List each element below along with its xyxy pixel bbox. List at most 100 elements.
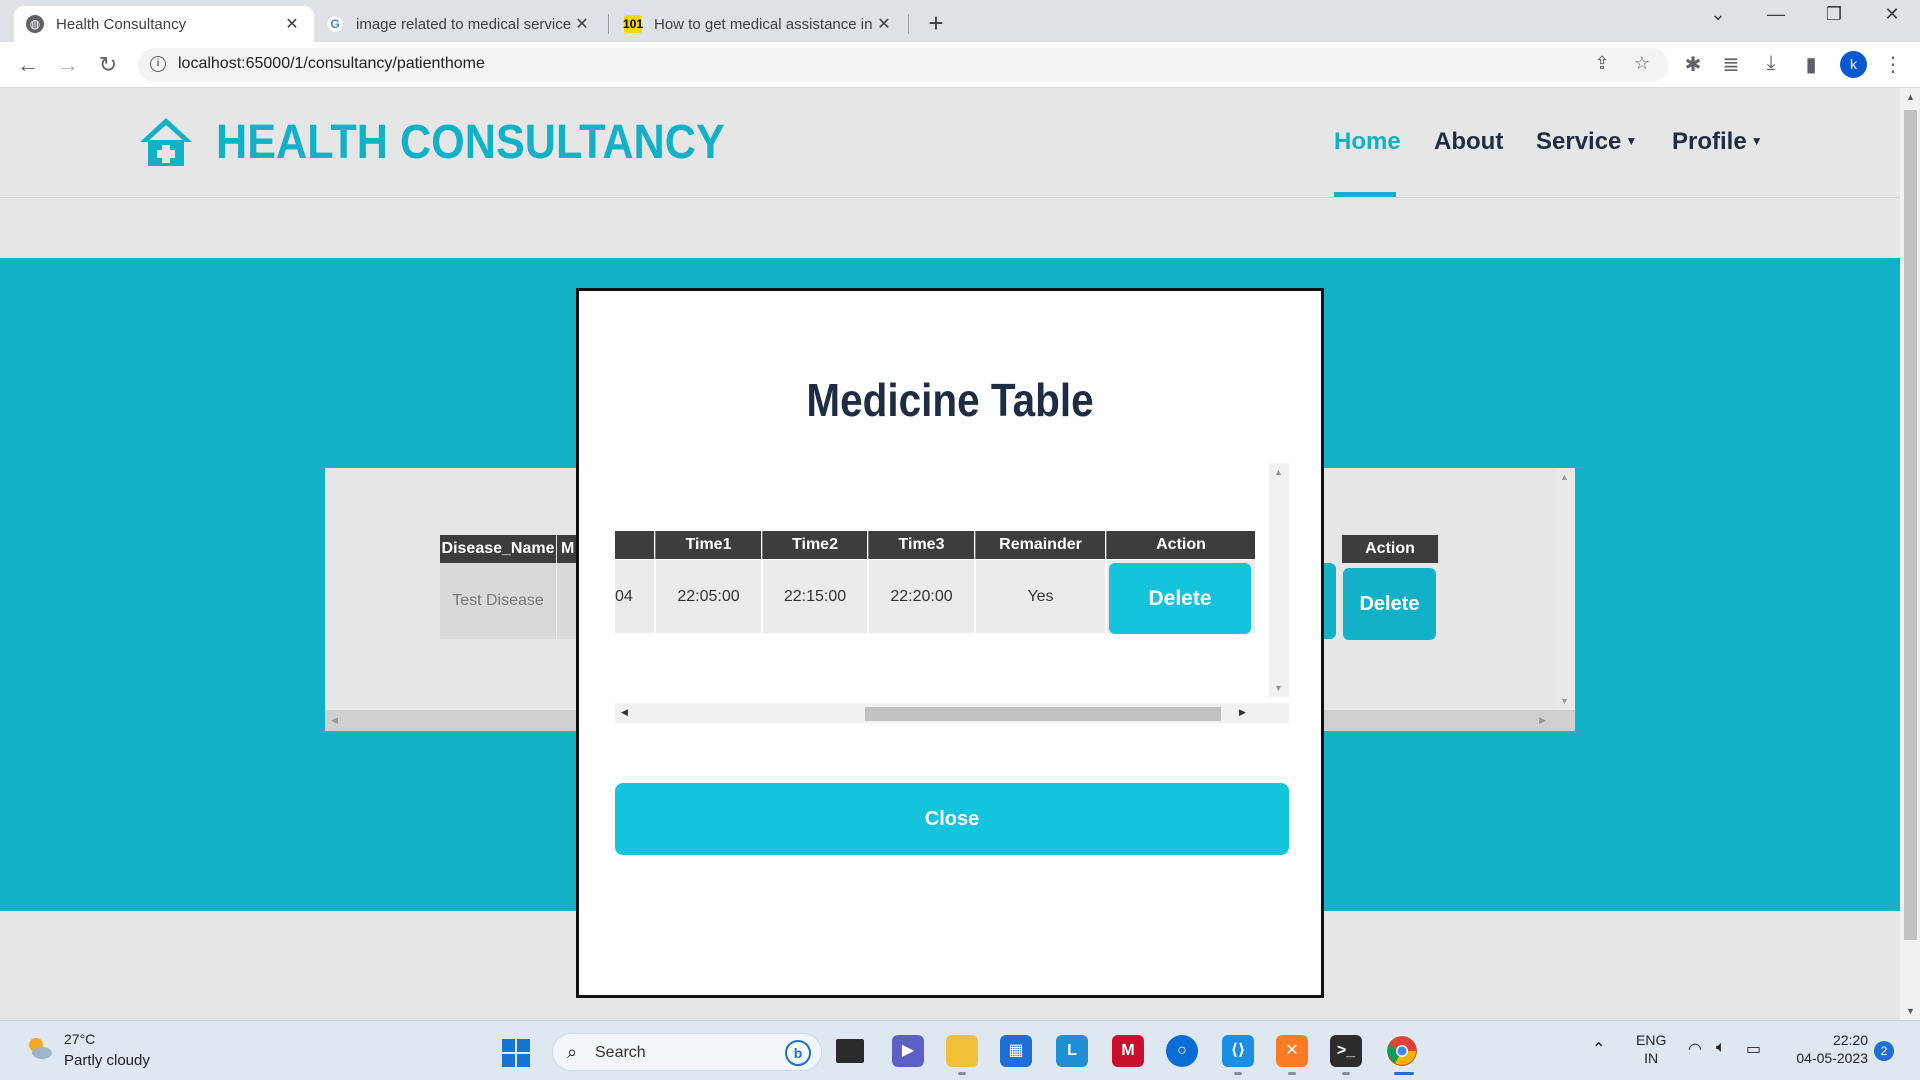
terminal-icon[interactable]: >_ (1330, 1035, 1362, 1067)
microsoft-store-icon[interactable]: ▦ (1000, 1035, 1032, 1067)
bing-icon[interactable]: b (785, 1040, 811, 1066)
nav-profile-label: Profile (1672, 128, 1747, 155)
nav-about[interactable]: About (1434, 128, 1503, 156)
tab-image-search[interactable]: G image related to medical services ✕ (314, 6, 604, 42)
caret-down-icon: ▼ (1625, 134, 1638, 148)
scroll-right-icon[interactable]: ▶ (1539, 715, 1546, 726)
bg-vertical-scrollbar[interactable]: ▲ ▼ (1555, 468, 1575, 710)
globe-icon: ◍ (26, 15, 44, 33)
nav-profile[interactable]: Profile ▼ (1672, 128, 1763, 156)
window-close-icon[interactable]: ✕ (1872, 4, 1912, 25)
search-icon: ⌕ (567, 1042, 578, 1062)
close-icon[interactable]: ✕ (572, 14, 592, 34)
header-time1: Time1 (655, 531, 761, 559)
site-navbar: HEALTH CONSULTANCY Home About Service ▼ P… (0, 88, 1900, 198)
header-clipped-column (615, 531, 654, 559)
cortana-icon[interactable]: ○ (1166, 1035, 1198, 1067)
scroll-left-icon[interactable]: ◀ (621, 707, 628, 718)
scroll-left-icon[interactable]: ◀ (331, 715, 338, 726)
caret-down-icon: ▼ (1750, 134, 1763, 148)
header-time2: Time2 (762, 531, 867, 559)
close-icon[interactable]: ✕ (282, 14, 302, 34)
side-panel-icon[interactable]: ▮ (1798, 52, 1824, 77)
new-tab-button[interactable]: + (924, 8, 948, 39)
share-icon[interactable]: ⇪ (1590, 53, 1614, 74)
nav-service-label: Service (1536, 128, 1622, 155)
table-vertical-scrollbar[interactable]: ▲ ▼ (1269, 463, 1289, 697)
app-running-indicator (1234, 1072, 1242, 1075)
delete-button[interactable]: Delete (1109, 563, 1251, 634)
file-explorer-icon[interactable] (946, 1035, 978, 1067)
cell-clipped: 04 (615, 560, 654, 633)
cell-time2: 22:15:00 (762, 560, 867, 633)
site-info-icon[interactable]: i (150, 56, 166, 72)
scroll-up-icon[interactable]: ▲ (1560, 472, 1569, 482)
tab-separator (908, 14, 909, 34)
l-app-icon[interactable]: L (1056, 1035, 1088, 1067)
browser-tabstrip: ◍ Health Consultancy ✕ G image related t… (0, 0, 1920, 42)
download-icon[interactable]: ⤓ (1758, 52, 1784, 75)
close-button[interactable]: Close (615, 783, 1289, 855)
mcafee-icon[interactable]: M (1112, 1035, 1144, 1067)
profile-avatar[interactable]: k (1840, 51, 1867, 78)
reload-icon[interactable]: ↻ (94, 52, 122, 78)
brand-title: HEALTH CONSULTANCY (216, 115, 725, 169)
notification-badge[interactable]: 2 (1874, 1041, 1894, 1061)
system-clock[interactable]: 22:20 04-05-2023 (1788, 1031, 1868, 1067)
tab-title: How to get medical assistance in (654, 15, 873, 33)
scroll-down-icon[interactable]: ▼ (1906, 1006, 1915, 1016)
chrome-icon[interactable] (1386, 1035, 1418, 1067)
volume-icon[interactable]: 🔈︎ (1716, 1039, 1726, 1057)
app-running-indicator (1342, 1072, 1350, 1075)
partly-cloudy-icon[interactable] (24, 1033, 54, 1063)
taskbar-search[interactable]: ⌕ Search b (552, 1033, 822, 1071)
teams-chat-icon[interactable]: ▶ (892, 1035, 924, 1067)
back-arrow-icon[interactable]: ← (14, 52, 42, 78)
media-queue-icon[interactable]: ≣ (1718, 52, 1744, 77)
horizontal-scroll-thumb[interactable] (865, 707, 1221, 721)
address-url[interactable]: localhost:65000/1/consultancy/patienthom… (178, 55, 485, 73)
maximize-icon[interactable]: ❐ (1814, 4, 1854, 25)
forward-arrow-icon[interactable]: → (54, 52, 82, 78)
battery-icon[interactable]: ▭ (1746, 1039, 1761, 1059)
tab-search-chevron-icon[interactable]: ⌄ (1698, 4, 1738, 25)
wifi-icon[interactable]: ◠ (1688, 1039, 1702, 1059)
medicine-modal: Medicine Table Time1 Time2 Time3 Remaind… (576, 288, 1324, 998)
web-page: HEALTH CONSULTANCY Home About Service ▼ P… (0, 88, 1900, 1020)
extensions-puzzle-icon[interactable]: ✱ (1680, 52, 1706, 77)
weather-description[interactable]: Partly cloudy (64, 1052, 150, 1069)
scroll-right-icon[interactable]: ▶ (1239, 707, 1246, 718)
kebab-menu-icon[interactable]: ⋮ (1880, 52, 1906, 77)
windows-start-icon[interactable] (502, 1039, 530, 1067)
nav-service[interactable]: Service ▼ (1536, 128, 1637, 156)
scroll-down-icon[interactable]: ▼ (1560, 696, 1569, 706)
bookmark-star-icon[interactable]: ☆ (1630, 53, 1654, 74)
tab-medical-assistance[interactable]: 101 How to get medical assistance in ✕ (612, 6, 906, 42)
brand-logo[interactable]: HEALTH CONSULTANCY (138, 114, 781, 170)
task-view-icon[interactable] (836, 1039, 864, 1063)
bg-header-action: Action (1342, 535, 1438, 563)
tab-health-consultancy[interactable]: ◍ Health Consultancy ✕ (14, 6, 314, 42)
bg-cell-disease-name: Test Disease (440, 563, 556, 639)
windows-taskbar: 27°C Partly cloudy ⌕ Search b ▶ ▦ L M ○ … (0, 1020, 1920, 1080)
tab-separator (608, 14, 609, 34)
weather-temperature[interactable]: 27°C (64, 1031, 95, 1047)
bg-header-disease-name: Disease_Name (440, 535, 556, 563)
scroll-down-icon[interactable]: ▼ (1274, 683, 1283, 693)
region-code: IN (1644, 1050, 1659, 1066)
address-bar[interactable]: i localhost:65000/1/consultancy/patienth… (138, 48, 1668, 82)
tab-title: Health Consultancy (56, 15, 187, 33)
scroll-up-icon[interactable]: ▲ (1906, 92, 1915, 102)
minimize-icon[interactable]: — (1756, 4, 1796, 25)
chevron-up-icon[interactable]: ⌃ (1592, 1039, 1605, 1059)
page-scroll-thumb[interactable] (1904, 110, 1917, 940)
scroll-up-icon[interactable]: ▲ (1274, 467, 1283, 477)
nav-home[interactable]: Home (1334, 128, 1401, 156)
close-icon[interactable]: ✕ (874, 14, 894, 34)
modal-title: Medicine Table (806, 374, 1094, 426)
xampp-icon[interactable]: ✕ (1276, 1035, 1308, 1067)
bg-delete-button[interactable]: Delete (1343, 568, 1436, 640)
language-indicator[interactable]: ENG IN (1636, 1031, 1666, 1067)
vscode-icon[interactable]: ⟨⟩ (1222, 1035, 1254, 1067)
app-running-indicator (1288, 1072, 1296, 1075)
